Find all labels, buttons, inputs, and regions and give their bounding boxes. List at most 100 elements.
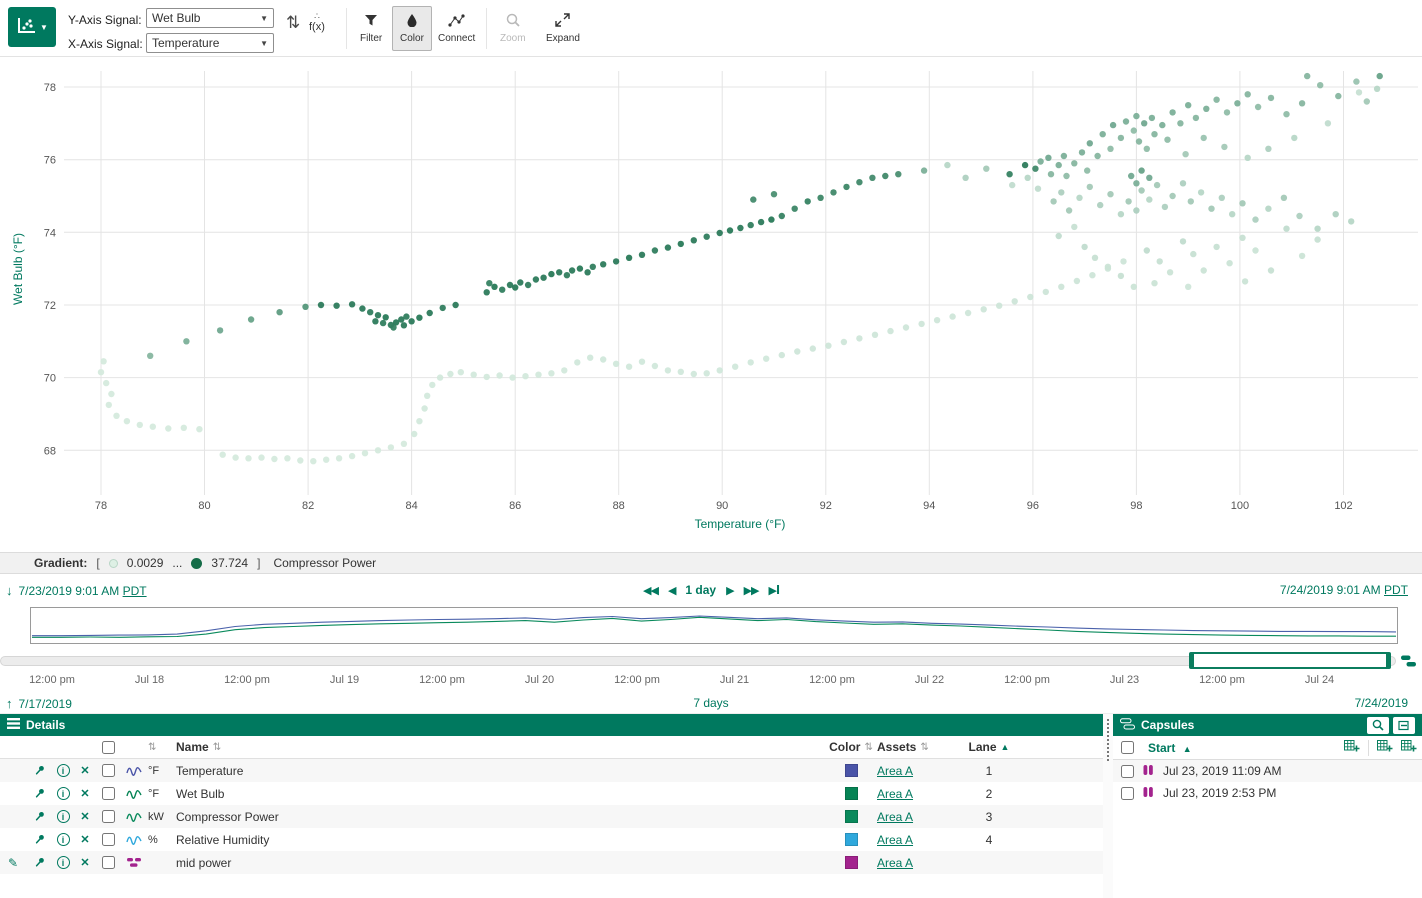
color-swatch[interactable] xyxy=(825,764,877,777)
investigate-range-start[interactable]: 7/17/2019 xyxy=(19,697,72,711)
row-checkbox[interactable] xyxy=(96,787,120,800)
sort-color-icon[interactable]: ⇅ xyxy=(864,742,872,753)
filter-label: Filter xyxy=(360,33,382,44)
toolbar: ▼ Y-Axis Signal: X-Axis Signal: Wet Bulb… xyxy=(0,0,1422,57)
y-axis-signal-label: Y-Axis Signal: xyxy=(68,13,142,27)
time-bar: ↓ 7/23/2019 9:01 AM PDT ◀◀ ◀ 1 day ▶ ▶▶ … xyxy=(0,574,1422,713)
column-color[interactable]: Color xyxy=(829,740,860,754)
asset-link[interactable]: Area A xyxy=(877,856,961,870)
column-name[interactable]: Name xyxy=(176,740,209,754)
expand-range-arrow-icon[interactable]: ↑ xyxy=(6,696,13,711)
chart-type-button[interactable]: ▼ xyxy=(8,7,56,47)
pin-icon[interactable] xyxy=(26,787,52,800)
timezone-link[interactable]: PDT xyxy=(1384,583,1408,597)
asset-link[interactable]: Area A xyxy=(877,833,961,847)
remove-icon[interactable]: ✕ xyxy=(74,810,96,823)
sort-lane-asc-icon[interactable]: ▲ xyxy=(1001,742,1010,752)
fx-tool-button[interactable]: ∴ f(x) xyxy=(309,12,325,33)
time-axis-label: Jul 24 xyxy=(1305,674,1334,686)
info-icon[interactable]: i xyxy=(52,810,74,823)
column-assets[interactable]: Assets xyxy=(877,740,916,754)
item-name[interactable]: Wet Bulb xyxy=(176,787,825,801)
asset-link[interactable]: Area A xyxy=(877,787,961,801)
stats-column-button[interactable] xyxy=(1377,739,1393,756)
add-column-button[interactable] xyxy=(1344,739,1360,756)
capsule-checkbox[interactable] xyxy=(1121,787,1134,800)
start-datetime[interactable]: 7/23/2019 9:01 AM xyxy=(19,584,120,598)
chevron-down-icon: ▼ xyxy=(260,39,268,48)
time-scrubber-track[interactable] xyxy=(0,656,1396,666)
connect-button[interactable]: Connect xyxy=(430,6,483,51)
capsule-checkbox[interactable] xyxy=(1121,765,1134,778)
end-datetime[interactable]: 7/24/2019 9:01 AM xyxy=(1280,583,1381,597)
sort-type-icon[interactable]: ⇅ xyxy=(148,742,156,753)
asset-link[interactable]: Area A xyxy=(877,810,961,824)
capsules-collapse-button[interactable] xyxy=(1393,717,1415,734)
collapse-range-arrow-icon[interactable]: ↓ xyxy=(6,583,13,598)
color-button[interactable]: Color xyxy=(392,6,432,51)
remove-icon[interactable]: ✕ xyxy=(74,787,96,800)
expand-button[interactable]: Expand xyxy=(538,6,588,51)
scatter-chart[interactable]: 6870727476787880828486889092949698100102… xyxy=(0,57,1422,552)
investigate-range-duration[interactable]: 7 days xyxy=(693,696,728,710)
item-name[interactable]: Relative Humidity xyxy=(176,833,825,847)
investigate-range-end[interactable]: 7/24/2019 xyxy=(1355,696,1408,710)
item-name[interactable]: Compressor Power xyxy=(176,810,825,824)
remove-icon[interactable]: ✕ xyxy=(74,764,96,777)
info-icon[interactable]: i xyxy=(52,856,74,869)
svg-text:76: 76 xyxy=(44,155,56,167)
color-swatch[interactable] xyxy=(825,856,877,869)
display-range-end[interactable]: 7/24/2019 9:01 AM PDT xyxy=(1280,583,1408,597)
time-axis-label: Jul 21 xyxy=(720,674,749,686)
sort-start-asc-icon: ▲ xyxy=(1183,744,1192,754)
swap-axes-icon[interactable]: ⇅ xyxy=(286,14,300,31)
capsules-select-all-checkbox[interactable] xyxy=(1121,741,1134,754)
timezone-link[interactable]: PDT xyxy=(123,584,147,598)
pin-icon[interactable] xyxy=(26,764,52,777)
item-name[interactable]: Temperature xyxy=(176,764,825,778)
step-forward-icon[interactable]: ▶ xyxy=(726,584,733,597)
step-back-full-icon[interactable]: ◀◀ xyxy=(643,584,658,597)
capsule-lane-toggle-icon[interactable] xyxy=(1400,653,1417,672)
pin-icon[interactable] xyxy=(26,833,52,846)
sort-assets-icon[interactable]: ⇅ xyxy=(920,742,928,753)
step-back-icon[interactable]: ◀ xyxy=(668,584,675,597)
display-range-start[interactable]: 7/23/2019 9:01 AM PDT xyxy=(19,584,147,598)
y-axis-signal-select[interactable]: Wet Bulb ▼ xyxy=(146,8,274,28)
filter-button[interactable]: Filter xyxy=(352,6,390,51)
column-lane[interactable]: Lane xyxy=(969,740,997,754)
remove-icon[interactable]: ✕ xyxy=(74,856,96,869)
step-size-select[interactable]: 1 day xyxy=(685,583,716,597)
color-swatch[interactable] xyxy=(825,833,877,846)
asset-link[interactable]: Area A xyxy=(877,764,961,778)
select-all-checkbox[interactable] xyxy=(102,741,115,754)
pin-icon[interactable] xyxy=(26,856,52,869)
panel-splitter[interactable] xyxy=(1103,714,1113,898)
pin-icon[interactable] xyxy=(26,810,52,823)
row-checkbox[interactable] xyxy=(96,764,120,777)
color-swatch[interactable] xyxy=(825,810,877,823)
step-to-now-icon[interactable]: ▶ xyxy=(769,584,779,597)
capsules-search-button[interactable] xyxy=(1367,717,1389,734)
time-axis-label: 12:00 pm xyxy=(809,674,855,686)
info-icon[interactable]: i xyxy=(52,764,74,777)
sort-name-icon[interactable]: ⇅ xyxy=(213,742,221,753)
time-scrubber-selection[interactable] xyxy=(1190,652,1390,669)
properties-column-button[interactable] xyxy=(1401,739,1417,756)
row-checkbox[interactable] xyxy=(96,856,120,869)
info-icon[interactable]: i xyxy=(52,787,74,800)
fx-label: f(x) xyxy=(309,21,325,33)
remove-icon[interactable]: ✕ xyxy=(74,833,96,846)
gradient-min-value: 0.0029 xyxy=(127,556,164,570)
edit-icon[interactable]: ✎ xyxy=(0,856,26,870)
row-checkbox[interactable] xyxy=(96,810,120,823)
color-swatch[interactable] xyxy=(825,787,877,800)
step-forward-full-icon[interactable]: ▶▶ xyxy=(744,584,759,597)
info-icon[interactable]: i xyxy=(52,833,74,846)
item-name[interactable]: mid power xyxy=(176,856,825,870)
x-axis-signal-select[interactable]: Temperature ▼ xyxy=(146,33,274,53)
row-checkbox[interactable] xyxy=(96,833,120,846)
scatter-plot-canvas[interactable]: 6870727476787880828486889092949698100102… xyxy=(0,57,1422,552)
column-start[interactable]: Start xyxy=(1148,741,1175,755)
capsules-sort-start[interactable]: Start ▲ xyxy=(1148,741,1192,755)
